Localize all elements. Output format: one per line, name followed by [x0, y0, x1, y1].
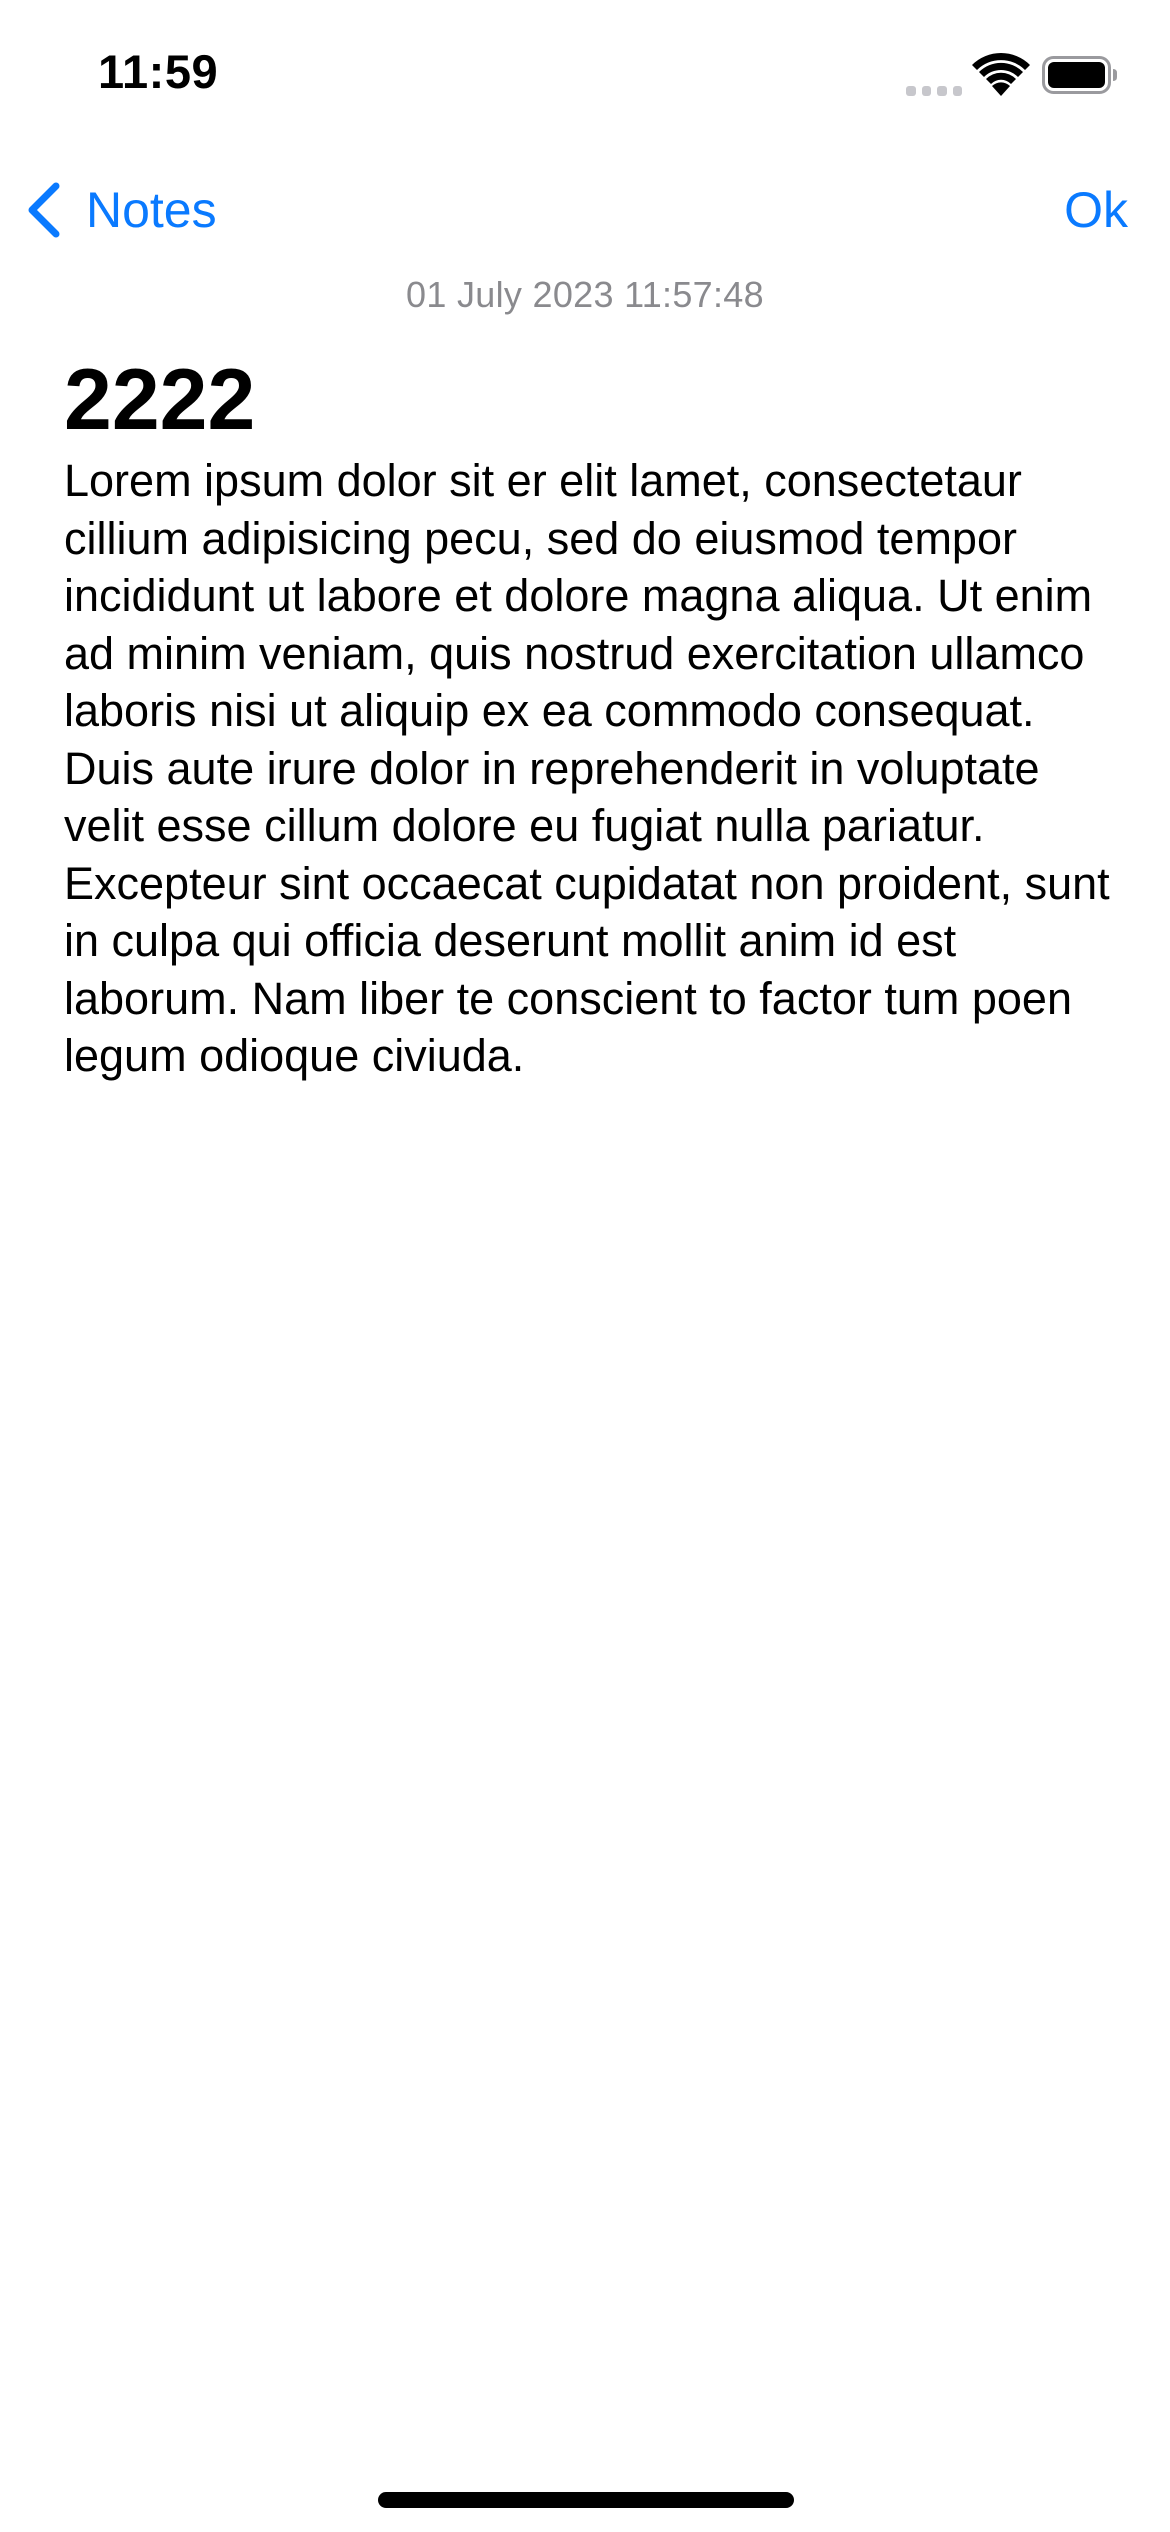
status-bar: 11:59: [0, 0, 1170, 150]
note-detail-screen: 11:59 Notes Ok 01 July 2023 11:57:48 222…: [0, 0, 1170, 2532]
ok-button[interactable]: Ok: [1064, 178, 1128, 242]
back-button-label: Notes: [86, 182, 217, 238]
note-body[interactable]: Lorem ipsum dolor sit er elit lamet, con…: [64, 452, 1126, 1085]
wifi-icon: [972, 52, 1030, 96]
note-title[interactable]: 2222: [64, 350, 255, 450]
home-indicator[interactable]: [378, 2492, 794, 2508]
note-timestamp: 01 July 2023 11:57:48: [406, 274, 764, 315]
back-button[interactable]: Notes: [24, 178, 217, 242]
cellular-signal-icon: [906, 78, 962, 96]
chevron-left-icon: [28, 182, 60, 238]
battery-icon: [1042, 56, 1117, 94]
navigation-bar: Notes Ok: [0, 160, 1170, 260]
status-time: 11:59: [98, 45, 219, 98]
